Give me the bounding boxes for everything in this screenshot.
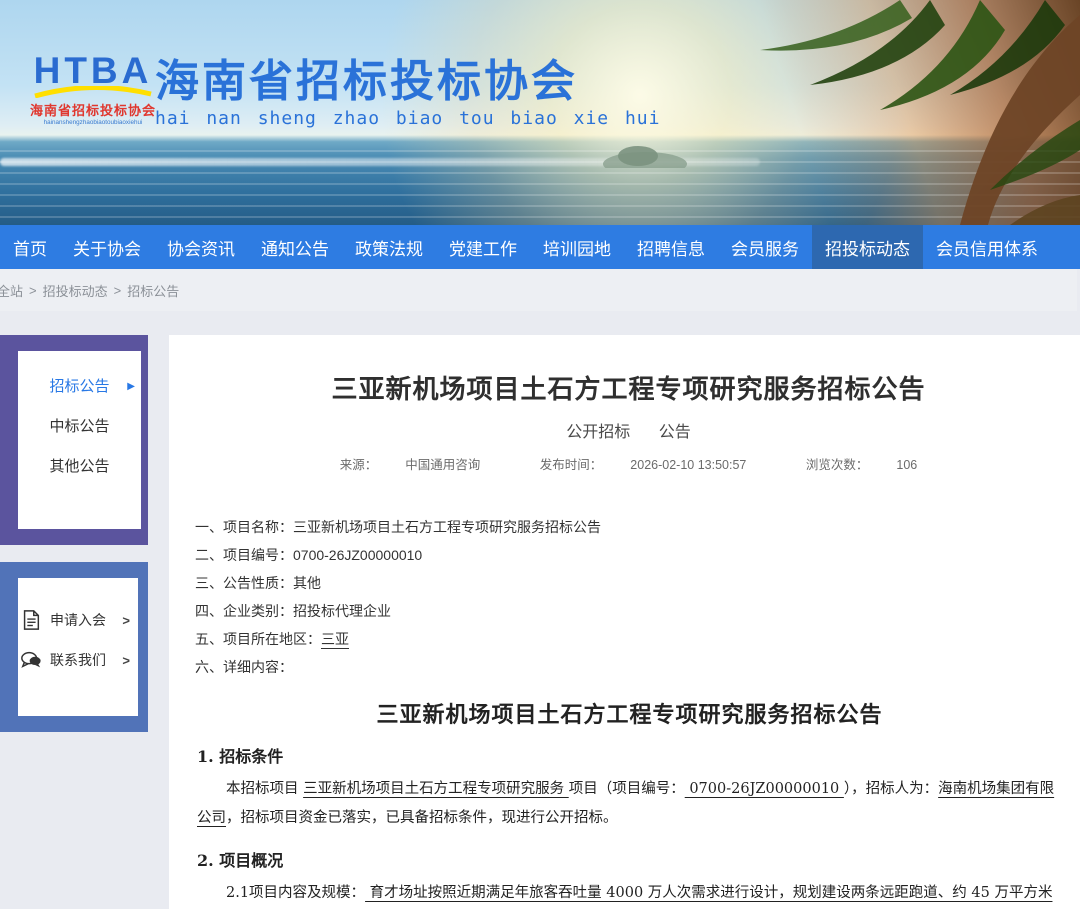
field-project-name: 一、项目名称：三亚新机场项目土石方工程专项研究服务招标公告 [195, 513, 1062, 541]
breadcrumb-current: 招标公告 [127, 281, 179, 300]
notice-type-label: 公告 [659, 424, 691, 441]
nav-item-notices[interactable]: 通知公告 [248, 225, 342, 269]
bid-type-label: 公开招标 [566, 424, 630, 441]
section-1-heading: 1. 招标条件 [197, 743, 1062, 767]
breadcrumb-separator: > [114, 283, 122, 298]
field-enterprise-type: 四、企业类别：招投标代理企业 [195, 597, 1062, 625]
notice-menu-box: 招标公告 ▶ 中标公告 其他公告 [0, 335, 148, 545]
nav-item-bidding-updates[interactable]: 招投标动态 [812, 225, 923, 269]
chevron-right-icon: > [122, 653, 130, 668]
quick-link-contact-us[interactable]: 联系我们 > [18, 640, 138, 680]
breadcrumb-section[interactable]: 招投标动态 [43, 281, 108, 300]
palm-tree-graphic [650, 0, 1080, 225]
quick-link-apply-membership[interactable]: 申请入会 > [18, 600, 138, 640]
content-area: 招标公告 ▶ 中标公告 其他公告 申请入会 > [0, 311, 1080, 909]
publish-time-meta: 发布时间：2026-02-10 13:50:57 [526, 458, 761, 472]
sidebar-item-label: 中标公告 [49, 418, 109, 435]
detail-title: 三亚新机场项目土石方工程专项研究服务招标公告 [197, 697, 1062, 729]
section-2-heading: 2. 项目概况 [197, 847, 1062, 871]
sidebar-item-label: 招标公告 [49, 378, 109, 395]
article-meta: 来源：中国通用咨询 发布时间：2026-02-10 13:50:57 浏览次数：… [195, 454, 1062, 473]
breadcrumb: 全站 > 招投标动态 > 招标公告 [0, 269, 1077, 311]
field-notice-nature: 三、公告性质：其他 [195, 569, 1062, 597]
site-logo[interactable]: HTBA 海南省招标投标协会 hainanshengzhaobiaotoubia… [28, 52, 158, 126]
sidebar-item-other-notices[interactable]: 其他公告 [18, 447, 141, 487]
nav-item-news[interactable]: 协会资讯 [154, 225, 248, 269]
main-navigation: 首页 关于协会 协会资讯 通知公告 政策法规 党建工作 培训园地 招聘信息 会员… [0, 225, 1080, 269]
sidebar: 招标公告 ▶ 中标公告 其他公告 申请入会 > [0, 335, 148, 909]
source-meta: 来源：中国通用咨询 [326, 458, 495, 472]
nav-item-policies[interactable]: 政策法规 [342, 225, 436, 269]
nav-item-about[interactable]: 关于协会 [60, 225, 154, 269]
logo-chinese-name: 海南省招标投标协会 [28, 100, 158, 119]
document-icon [20, 609, 42, 631]
nav-item-member-services[interactable]: 会员服务 [718, 225, 812, 269]
nav-item-member-credit[interactable]: 会员信用体系 [923, 225, 1051, 269]
article-title: 三亚新机场项目土石方工程专项研究服务招标公告 [195, 369, 1062, 406]
logo-pinyin: hainanshengzhaobiaotoubiaoxiehui [35, 119, 152, 125]
detail-content: 三亚新机场项目土石方工程专项研究服务招标公告 1. 招标条件 本招标项目 三亚新… [195, 697, 1062, 909]
sidebar-item-label: 其他公告 [49, 458, 109, 475]
sidebar-item-bid-notices[interactable]: 招标公告 ▶ [18, 367, 141, 407]
nav-item-home[interactable]: 首页 [0, 225, 60, 269]
breadcrumb-site[interactable]: 全站 [0, 281, 23, 300]
article-subtitle: 公开招标 公告 [195, 418, 1062, 442]
field-project-region: 五、项目所在地区：三亚 [195, 625, 1062, 653]
breadcrumb-separator: > [29, 283, 37, 298]
sidebar-item-award-notices[interactable]: 中标公告 [18, 407, 141, 447]
site-banner: HTBA 海南省招标投标协会 hainanshengzhaobiaotoubia… [0, 0, 1080, 225]
section-2-1-paragraph: 2.1项目内容及规模： 育才场址按照近期满足年旅客吞吐量 4000 万人次需求进… [197, 879, 1062, 909]
logo-acronym: HTBA [28, 52, 158, 90]
quick-link-label: 联系我们 [50, 650, 122, 670]
nav-item-training[interactable]: 培训园地 [530, 225, 624, 269]
article-panel: 三亚新机场项目土石方工程专项研究服务招标公告 公开招标 公告 来源：中国通用咨询… [169, 335, 1080, 909]
chevron-right-icon: > [122, 613, 130, 628]
nav-item-recruitment[interactable]: 招聘信息 [624, 225, 718, 269]
nav-item-party-building[interactable]: 党建工作 [436, 225, 530, 269]
chat-bubbles-icon [20, 649, 42, 671]
field-detail-content: 六、详细内容： [195, 653, 1062, 681]
site-title: 海南省招标投标协会 [155, 58, 660, 106]
field-project-number: 二、项目编号：0700-26JZ00000010 [195, 541, 1062, 569]
summary-fields: 一、项目名称：三亚新机场项目土石方工程专项研究服务招标公告 二、项目编号：070… [195, 513, 1062, 681]
arrow-right-icon: ▶ [127, 367, 135, 407]
quick-link-label: 申请入会 [50, 610, 122, 630]
quick-links-box: 申请入会 > 联系我们 > [0, 562, 148, 732]
site-title-block: 海南省招标投标协会 hai nan sheng zhao biao tou bi… [155, 58, 660, 129]
section-1-paragraph: 本招标项目 三亚新机场项目土石方工程专项研究服务 项目（项目编号： 0700-2… [197, 775, 1062, 833]
views-meta: 浏览次数：106 [792, 458, 931, 472]
site-title-pinyin: hai nan sheng zhao biao tou biao xie hui [155, 108, 660, 129]
